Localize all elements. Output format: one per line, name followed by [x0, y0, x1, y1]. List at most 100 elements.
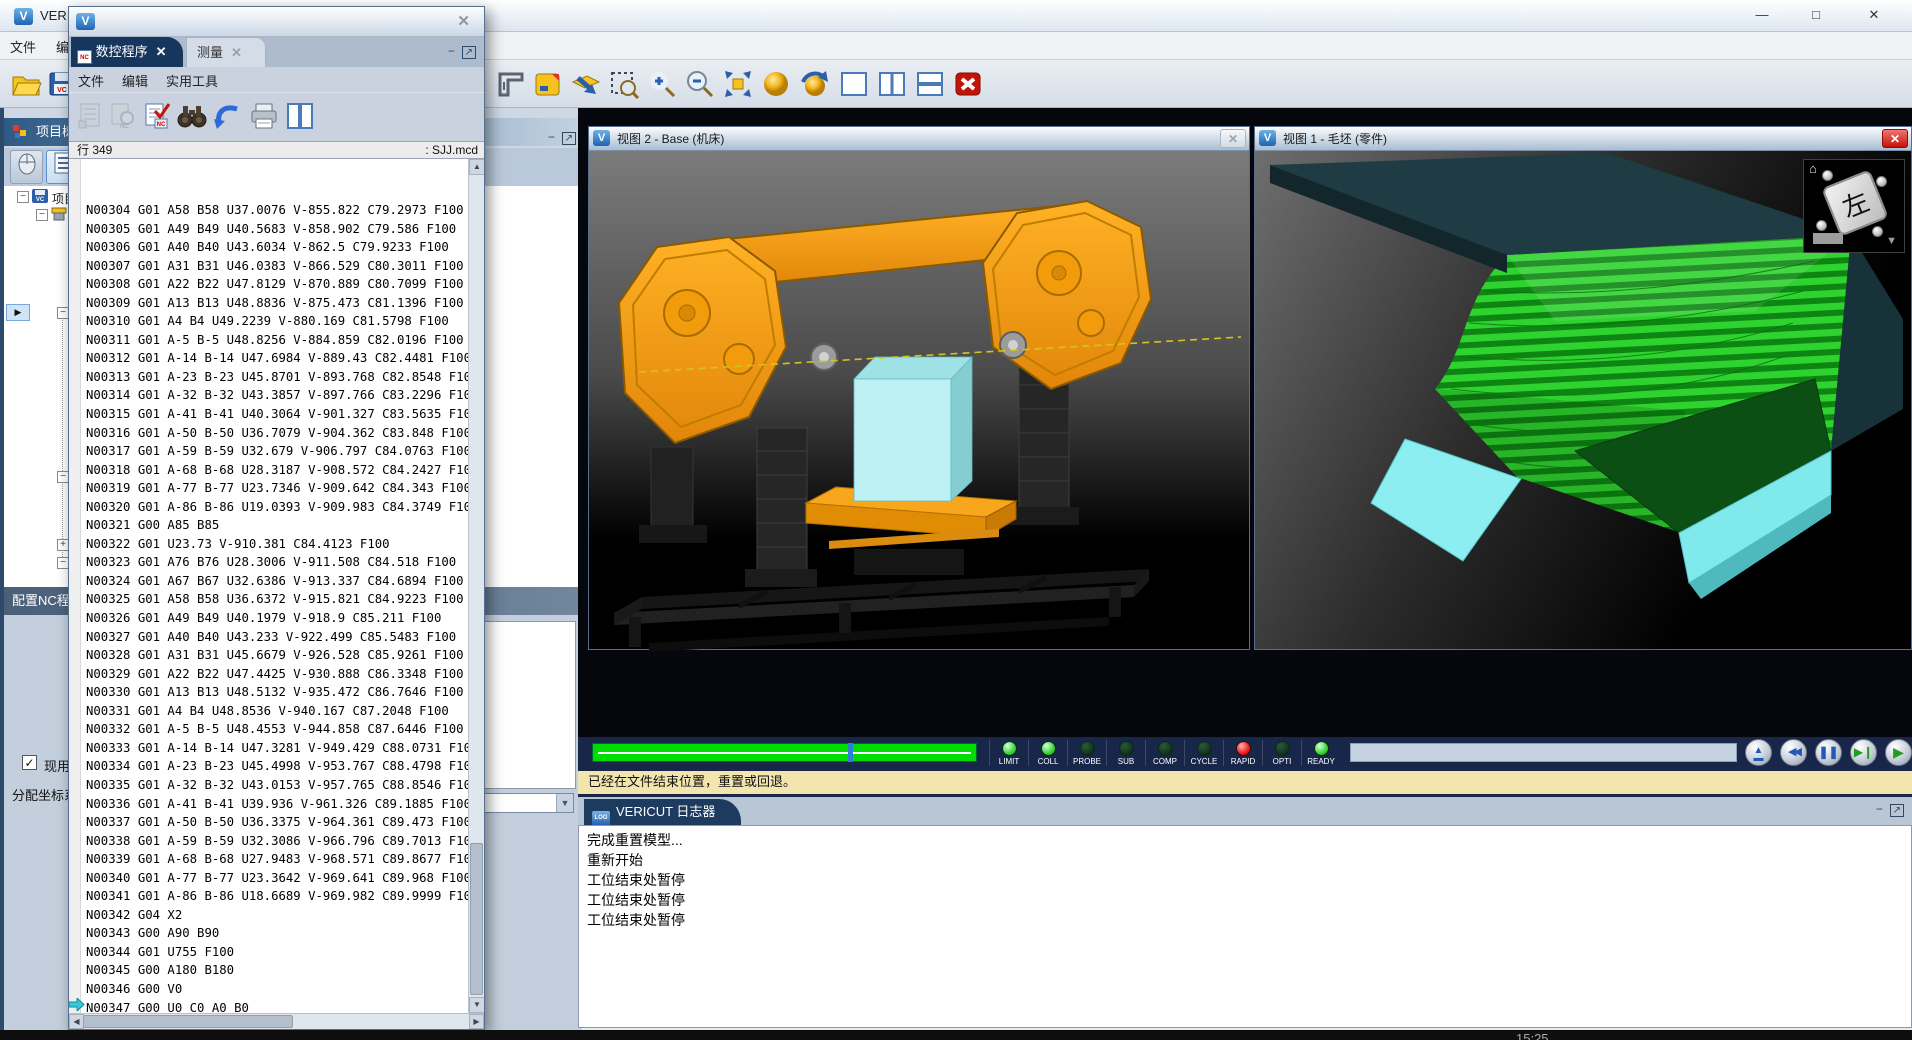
nc-code-line[interactable]: N00331 G01 A4 B4 U48.8536 V-940.167 C87.… [82, 702, 468, 721]
nc-code-line[interactable]: N00334 G01 A-23 B-23 U45.4998 V-953.767 … [82, 757, 468, 776]
nc-code-line[interactable]: N00340 G01 A-77 B-77 U23.3642 V-969.641 … [82, 869, 468, 888]
nc-code-line[interactable]: N00320 G01 A-86 B-86 U19.0393 V-909.983 … [82, 498, 468, 517]
undo-icon[interactable] [213, 101, 241, 131]
two-pane-icon[interactable] [876, 68, 908, 100]
nc-code-line[interactable]: N00342 G04 X2 [82, 906, 468, 925]
simulation-progress-bar[interactable] [592, 743, 977, 762]
nc-code-line[interactable]: N00323 G01 A76 B76 U28.3006 V-911.508 C8… [82, 553, 468, 572]
nc-code-line[interactable]: N00343 G00 A90 B90 [82, 924, 468, 943]
nc-code-line[interactable]: N00326 G01 A49 B49 U40.1979 V-918.9 C85.… [82, 609, 468, 628]
zoom-window-icon[interactable] [608, 68, 640, 100]
tab-nc-program[interactable]: NC 数控程序✕ [71, 37, 183, 67]
nc-code-line[interactable]: N00310 G01 A4 B4 U49.2239 V-880.169 C81.… [82, 312, 468, 331]
play-button[interactable]: ▶ [1885, 739, 1912, 766]
nc-code-line[interactable]: N00318 G01 A-68 B-68 U28.3187 V-908.572 … [82, 461, 468, 480]
logger-tab[interactable]: LOGVERICUT 日志器 [584, 799, 741, 825]
nc-code-line[interactable]: N00346 G00 V0 [82, 980, 468, 999]
cube-menu-arrow-icon[interactable]: ▼ [1886, 235, 1897, 247]
fit-view-icon[interactable] [722, 68, 754, 100]
split-pane-icon[interactable] [914, 68, 946, 100]
nc-code-line[interactable]: N00311 G01 A-5 B-5 U48.8256 V-884.859 C8… [82, 331, 468, 350]
nc-code-line[interactable]: N00332 G01 A-5 B-5 U48.4553 V-944.858 C8… [82, 720, 468, 739]
horizontal-scrollbar[interactable]: ◀ ▶ [69, 1013, 484, 1029]
nc-code-line[interactable]: N00330 G01 A13 B13 U48.5132 V-935.472 C8… [82, 683, 468, 702]
menu-file[interactable]: 文件 [0, 32, 46, 61]
cube-option-button[interactable] [1813, 233, 1843, 244]
tab-close-icon[interactable]: ✕ [231, 45, 242, 60]
nc-code-line[interactable]: N00314 G01 A-32 B-32 U43.3857 V-897.766 … [82, 386, 468, 405]
nc-code-line[interactable]: N00328 G01 A31 B31 U45.6679 V-926.528 C8… [82, 646, 468, 665]
export-surface-icon[interactable] [570, 68, 602, 100]
home-view-icon[interactable]: ⌂ [1809, 161, 1817, 176]
zoom-out-icon[interactable] [684, 68, 716, 100]
open-folder-icon[interactable] [10, 68, 42, 100]
nc-code-line[interactable]: N00315 G01 A-41 B-41 U40.3064 V-901.327 … [82, 405, 468, 424]
nc-code-line[interactable]: N00324 G01 A67 B67 U32.6386 V-913.337 C8… [82, 572, 468, 591]
nc-code-line[interactable]: N00321 G00 A85 B85 [82, 516, 468, 535]
chevron-down-icon[interactable]: ▼ [556, 794, 573, 812]
nc-code-line[interactable]: N00322 G01 U23.73 V-910.381 C84.4123 F10… [82, 535, 468, 554]
nc-program-window[interactable]: V ✕ NC 数控程序✕ 测量✕ − ↗ 文件编辑实用工具 NC NC [68, 6, 485, 1030]
single-pane-icon[interactable] [838, 68, 870, 100]
viewport-close-button[interactable]: ✕ [1882, 129, 1908, 148]
nc-search-icon[interactable]: NC [109, 101, 137, 131]
nc-menu-utilities[interactable]: 实用工具 [157, 67, 227, 90]
nc-code-line[interactable]: N00335 G01 A-32 B-32 U43.0153 V-957.765 … [82, 776, 468, 795]
pause-button[interactable]: ❚❚ [1815, 739, 1842, 766]
nc-code-line[interactable]: N00307 G01 A31 B31 U46.0383 V-866.529 C8… [82, 257, 468, 276]
nc-window-minimize-undock-icons[interactable]: − ↗ [448, 44, 476, 58]
scroll-up-arrow[interactable]: ▲ [469, 159, 484, 175]
nc-code-line[interactable]: N00313 G01 A-23 B-23 U45.8701 V-893.768 … [82, 368, 468, 387]
nc-code-area[interactable]: N00304 G01 A58 B58 U37.0076 V-855.822 C7… [69, 159, 484, 1013]
nc-code-line[interactable]: N00316 G01 A-50 B-50 U36.7079 V-904.362 … [82, 424, 468, 443]
viewport-stock-scene[interactable]: ⌂ 左 ▼ [1255, 151, 1911, 649]
viewport-stock-titlebar[interactable]: V 视图 1 - 毛坯 (零件) ✕ [1255, 127, 1911, 151]
nc-code-line[interactable]: N00304 G01 A58 B58 U37.0076 V-855.822 C7… [82, 201, 468, 220]
nc-code-line[interactable]: N00329 G01 A22 B22 U47.4425 V-930.888 C8… [82, 665, 468, 684]
nc-code-line[interactable]: N00319 G01 A-77 B-77 U23.7346 V-909.642 … [82, 479, 468, 498]
tree-expander[interactable]: − [17, 191, 29, 203]
step-button[interactable]: ▶❙ [1850, 739, 1877, 766]
horizontal-scroll-thumb[interactable] [83, 1015, 293, 1028]
nc-menu-file[interactable]: 文件 [69, 67, 113, 90]
print-icon[interactable] [249, 101, 277, 131]
nc-code-line[interactable]: N00305 G01 A49 B49 U40.5683 V-858.902 C7… [82, 220, 468, 239]
shaded-sphere-icon[interactable] [760, 68, 792, 100]
nc-code-line[interactable]: N00344 G01 U755 F100 [82, 943, 468, 962]
nc-code-line[interactable]: N00339 G01 A-68 B-68 U27.9483 V-968.571 … [82, 850, 468, 869]
nc-code-line[interactable]: N00338 G01 A-59 B-59 U32.3086 V-966.796 … [82, 832, 468, 851]
nc-code-line[interactable]: N00325 G01 A58 B58 U36.6372 V-915.821 C8… [82, 590, 468, 609]
rotate-view-icon[interactable] [798, 68, 830, 100]
nc-window-titlebar[interactable]: V ✕ [69, 7, 484, 37]
close-view-icon[interactable] [952, 68, 984, 100]
nc-code-line[interactable]: N00327 G01 A40 B40 U43.233 V-922.499 C85… [82, 628, 468, 647]
nc-check-icon[interactable]: NC [143, 101, 171, 131]
nc-menu-edit[interactable]: 编辑 [113, 67, 157, 90]
nc-code-line[interactable]: N00317 G01 A-59 B-59 U32.679 V-906.797 C… [82, 442, 468, 461]
scroll-down-arrow[interactable]: ▼ [469, 997, 484, 1013]
tab-close-icon[interactable]: ✕ [156, 44, 167, 59]
nc-code-line[interactable]: N00309 G01 A13 B13 U48.8836 V-875.473 C8… [82, 294, 468, 313]
rewind-button[interactable]: ◀◀ [1780, 739, 1807, 766]
nc-window-close-button[interactable]: ✕ [457, 12, 470, 30]
maximize-button[interactable]: □ [1792, 0, 1840, 30]
annotation-icon[interactable] [532, 68, 564, 100]
nc-code-line[interactable]: N00337 G01 A-50 B-50 U36.3375 V-964.361 … [82, 813, 468, 832]
zoom-in-icon[interactable] [646, 68, 678, 100]
mouse-mode-button[interactable] [10, 150, 43, 184]
scroll-left-arrow[interactable]: ◀ [69, 1014, 84, 1029]
vertical-scrollbar[interactable]: ▲ ▼ [468, 159, 484, 1013]
current-node-marker[interactable]: ▶ [6, 304, 30, 321]
minimize-button[interactable]: — [1738, 0, 1786, 30]
nc-code-line[interactable]: N00306 G01 A40 B40 U43.6034 V-862.5 C79.… [82, 238, 468, 257]
calipers-icon[interactable] [495, 68, 527, 100]
scroll-right-arrow[interactable]: ▶ [469, 1014, 484, 1029]
nc-code-line[interactable]: N00336 G01 A-41 B-41 U39.936 V-961.326 C… [82, 795, 468, 814]
viewport-machine[interactable]: V 视图 2 - Base (机床) ✕ [588, 126, 1250, 650]
close-button[interactable]: ✕ [1850, 0, 1898, 30]
vertical-scroll-thumb[interactable] [470, 843, 483, 995]
reset-button[interactable]: ▲▬ [1745, 739, 1772, 766]
orientation-cube-widget[interactable]: ⌂ 左 ▼ [1803, 159, 1905, 253]
nc-code-line[interactable]: N00312 G01 A-14 B-14 U47.6984 V-889.43 C… [82, 349, 468, 368]
progress-marker[interactable] [848, 743, 853, 762]
